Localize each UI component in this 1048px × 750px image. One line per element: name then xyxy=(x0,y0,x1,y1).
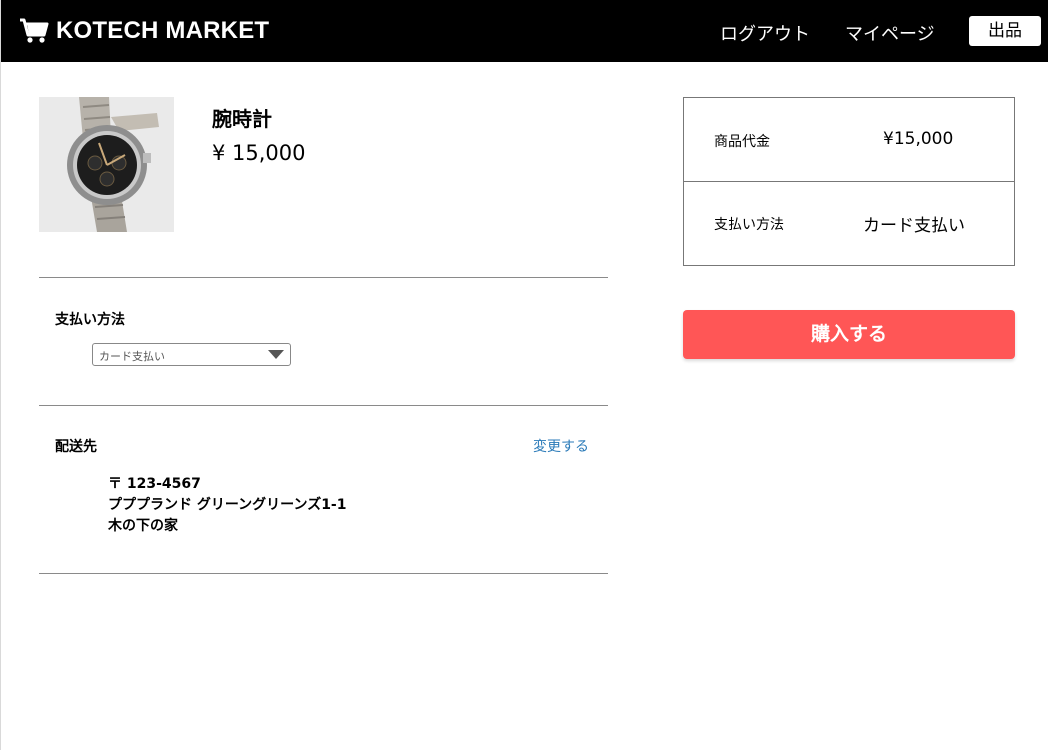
summary-method-value: カード支払い xyxy=(863,216,965,236)
divider xyxy=(39,405,608,406)
order-summary: 商品代金 ¥15,000 支払い方法 カード支払い xyxy=(683,97,1015,266)
summary-price-value: ¥15,000 xyxy=(883,129,954,149)
caret-down-icon xyxy=(268,350,284,359)
postal-code: 〒 123-4567 xyxy=(108,476,201,492)
summary-divider xyxy=(684,181,1014,182)
product-price: ¥ 15,000 xyxy=(212,141,306,165)
payment-method-select[interactable]: カード支払い xyxy=(92,343,291,366)
sell-button[interactable]: 出品 xyxy=(969,16,1041,46)
summary-price-label: 商品代金 xyxy=(714,134,770,150)
summary-method-label: 支払い方法 xyxy=(714,217,784,233)
brand-name: KOTECH MARKET xyxy=(56,17,270,44)
payment-method-selected: カード支払い xyxy=(99,350,165,363)
wristwatch-image xyxy=(39,97,174,232)
header: KOTECH MARKET ログアウト マイページ 出品 xyxy=(1,0,1048,62)
address-line: プププランド グリーングリーンズ1-1 xyxy=(108,497,347,513)
brand-logo[interactable]: KOTECH MARKET xyxy=(19,16,269,46)
mypage-link[interactable]: マイページ xyxy=(845,20,935,46)
purchase-button[interactable]: 購入する xyxy=(683,310,1015,359)
building-name: 木の下の家 xyxy=(108,518,178,534)
change-address-link[interactable]: 変更する xyxy=(533,436,589,456)
shopping-cart-icon xyxy=(20,18,49,43)
product-name: 腕時計 xyxy=(212,107,272,131)
product-image xyxy=(39,97,174,232)
logout-link[interactable]: ログアウト xyxy=(720,20,810,46)
divider xyxy=(39,573,608,574)
divider xyxy=(39,277,608,278)
payment-method-label: 支払い方法 xyxy=(55,312,125,328)
shipping-address-label: 配送先 xyxy=(55,439,97,455)
